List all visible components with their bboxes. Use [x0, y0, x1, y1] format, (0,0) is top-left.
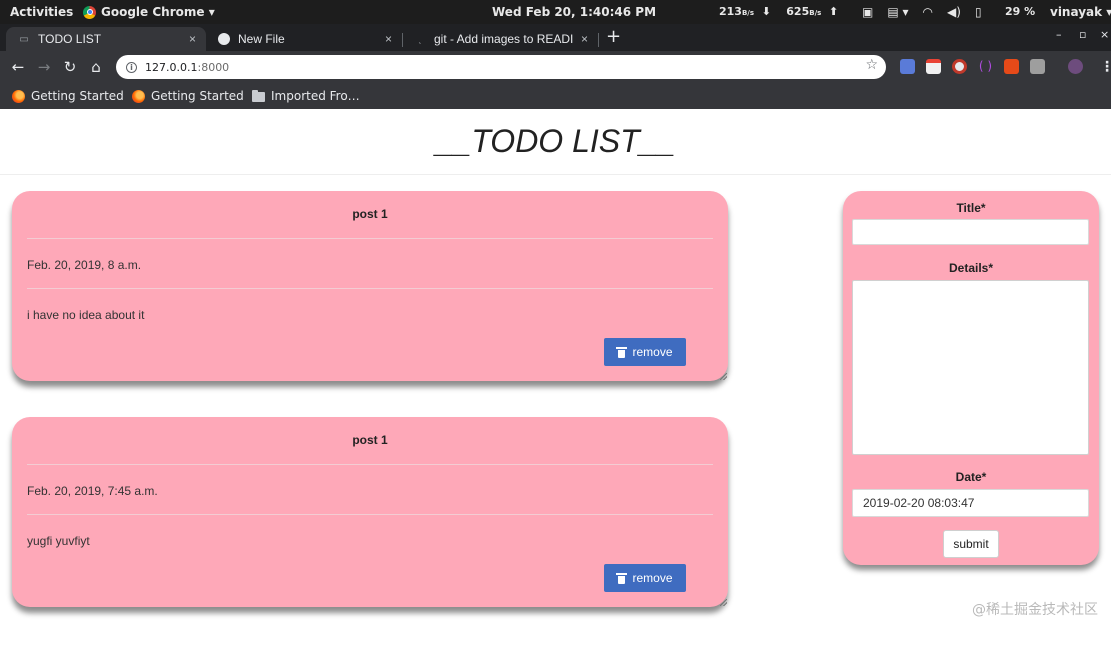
bookmark-label: Getting Started — [31, 89, 124, 103]
divider — [27, 288, 713, 289]
code-extension-icon[interactable]: ( ) — [978, 59, 993, 74]
net-down-value: 213 — [719, 5, 742, 18]
grey-extension-icon[interactable] — [1030, 59, 1045, 74]
add-todo-form: Title* Details* Date* 2019-02-20 08:03:4… — [843, 191, 1099, 565]
translate-extension-icon[interactable] — [900, 59, 915, 74]
date-input[interactable]: 2019-02-20 08:03:47 — [852, 489, 1089, 517]
net-up-unit: B/s — [809, 9, 822, 17]
title-input[interactable] — [852, 219, 1089, 245]
net-up-value: 625 — [786, 5, 810, 18]
forward-arrow-icon[interactable]: → — [34, 56, 54, 78]
download-arrow-icon: ⬇ — [757, 5, 783, 18]
battery-percent[interactable]: 29 % — [1005, 0, 1035, 24]
page-header: __TODO LIST__ — [0, 109, 1111, 175]
github-icon — [218, 33, 230, 45]
tab-todo-list[interactable]: ▭ TODO LIST × — [6, 27, 206, 51]
home-icon[interactable]: ⌂ — [86, 56, 106, 78]
remove-button[interactable]: remove — [604, 564, 686, 592]
tab-label: TODO LIST — [38, 32, 102, 46]
remove-button[interactable]: remove — [604, 338, 686, 366]
os-top-bar: Activities Google Chrome ▾ Wed Feb 20, 1… — [0, 0, 1111, 24]
chrome-menu-icon[interactable]: ⋮ — [1100, 56, 1111, 78]
activities-button[interactable]: Activities — [10, 0, 73, 24]
trash-icon — [616, 572, 628, 584]
bookmark-star-icon[interactable]: ☆ — [865, 57, 878, 73]
folder-icon — [252, 90, 265, 102]
percent-extension-icon[interactable] — [1004, 59, 1019, 74]
bookmark-folder-imported[interactable]: Imported Fro… — [252, 87, 360, 105]
new-tab-button[interactable]: + — [606, 27, 621, 47]
upload-arrow-icon: ⬆ — [825, 5, 839, 18]
firefox-icon — [12, 89, 25, 103]
user-menu[interactable]: vinayak ▾ — [1050, 0, 1111, 24]
resize-handle[interactable] — [720, 599, 727, 606]
resize-handle[interactable] — [720, 373, 727, 380]
close-icon[interactable]: × — [189, 27, 196, 51]
net-down-unit: B/s — [741, 9, 755, 17]
card-title: post 1 — [352, 433, 388, 447]
screen-icon[interactable]: ▣ — [862, 0, 873, 24]
remove-label: remove — [632, 571, 673, 585]
maximize-icon[interactable]: ▫ — [1079, 28, 1086, 41]
tab-label: git - Add images to READI — [434, 32, 574, 46]
bookmarks-bar: Getting Started Getting Started Imported… — [0, 83, 1111, 109]
close-icon[interactable]: × — [581, 27, 588, 51]
bookmark-getting-started[interactable]: Getting Started — [132, 87, 244, 105]
tray-icons: ▣ ▤ ▾ ◠ ◀) ▯ — [862, 0, 982, 24]
page-icon: ▭ — [19, 33, 29, 45]
info-icon[interactable]: i — [126, 61, 137, 73]
clock[interactable]: Wed Feb 20, 1:40:46 PM — [492, 0, 656, 24]
divider — [27, 238, 713, 239]
browser-toolbar: ← → ↻ ⌂ i 127.0.0.1:8000 ☆ ( ) ⋮ — [0, 51, 1111, 83]
card-date: Feb. 20, 2019, 8 a.m. — [27, 258, 142, 272]
back-arrow-icon[interactable]: ← — [8, 56, 28, 78]
trash-icon — [616, 346, 628, 358]
calendar-extension-icon[interactable] — [926, 59, 941, 74]
card-details: yugfi yuvfiyt — [27, 534, 90, 548]
close-window-icon[interactable]: × — [1100, 28, 1109, 41]
tab-separator — [598, 33, 599, 47]
chrome-icon — [83, 5, 96, 19]
address-bar[interactable]: i 127.0.0.1:8000 ☆ — [116, 55, 886, 79]
details-textarea[interactable] — [852, 280, 1089, 455]
url-port: :8000 — [197, 60, 230, 74]
divider — [27, 514, 713, 515]
battery-icon[interactable]: ▯ — [975, 0, 982, 24]
tab-strip: ▭ TODO LIST × New File × ˎ git - Add ima… — [0, 24, 1111, 51]
bookmark-label: Imported Fro… — [271, 89, 360, 103]
page-title: __TODO LIST__ — [435, 123, 676, 159]
tab-label: New File — [238, 32, 285, 46]
card-date: Feb. 20, 2019, 7:45 a.m. — [27, 484, 158, 498]
url-host: 127.0.0.1 — [145, 60, 198, 74]
tab-git-readme[interactable]: ˎ git - Add images to READI × — [402, 27, 598, 51]
todo-card: post 1 Feb. 20, 2019, 7:45 a.m. yugfi yu… — [12, 417, 728, 607]
close-icon[interactable]: × — [385, 27, 392, 51]
app-menu-label: Google Chrome ▾ — [101, 5, 215, 19]
title-label: Title* — [956, 201, 986, 215]
clipboard-icon[interactable]: ▤ ▾ — [887, 0, 908, 24]
tab-new-file[interactable]: New File × — [206, 27, 402, 51]
remove-label: remove — [632, 345, 673, 359]
bookmark-getting-started[interactable]: Getting Started — [12, 87, 124, 105]
bookmark-label: Getting Started — [151, 89, 244, 103]
app-menu[interactable]: Google Chrome ▾ — [83, 0, 215, 24]
card-details: i have no idea about it — [27, 308, 145, 322]
page-content: __TODO LIST__ post 1 Feb. 20, 2019, 8 a.… — [0, 109, 1111, 649]
minimize-icon[interactable]: – — [1056, 28, 1062, 41]
loading-icon: ˎ — [418, 33, 422, 45]
date-label: Date* — [955, 470, 987, 484]
submit-button[interactable]: submit — [943, 530, 999, 558]
wifi-icon[interactable]: ◠ — [923, 0, 933, 24]
watermark: @稀土掘金技术社区 — [972, 602, 1098, 618]
firefox-icon — [132, 89, 145, 103]
volume-icon[interactable]: ◀) — [947, 0, 961, 24]
divider — [27, 464, 713, 465]
card-title: post 1 — [352, 207, 388, 221]
reload-icon[interactable]: ↻ — [60, 56, 80, 78]
profile-avatar[interactable] — [1068, 59, 1083, 74]
network-speed: 213B/s ⬇ 625B/s ⬆ — [719, 0, 838, 24]
todo-card: post 1 Feb. 20, 2019, 8 a.m. i have no i… — [12, 191, 728, 381]
block-extension-icon[interactable] — [952, 59, 967, 74]
details-label: Details* — [948, 261, 994, 275]
